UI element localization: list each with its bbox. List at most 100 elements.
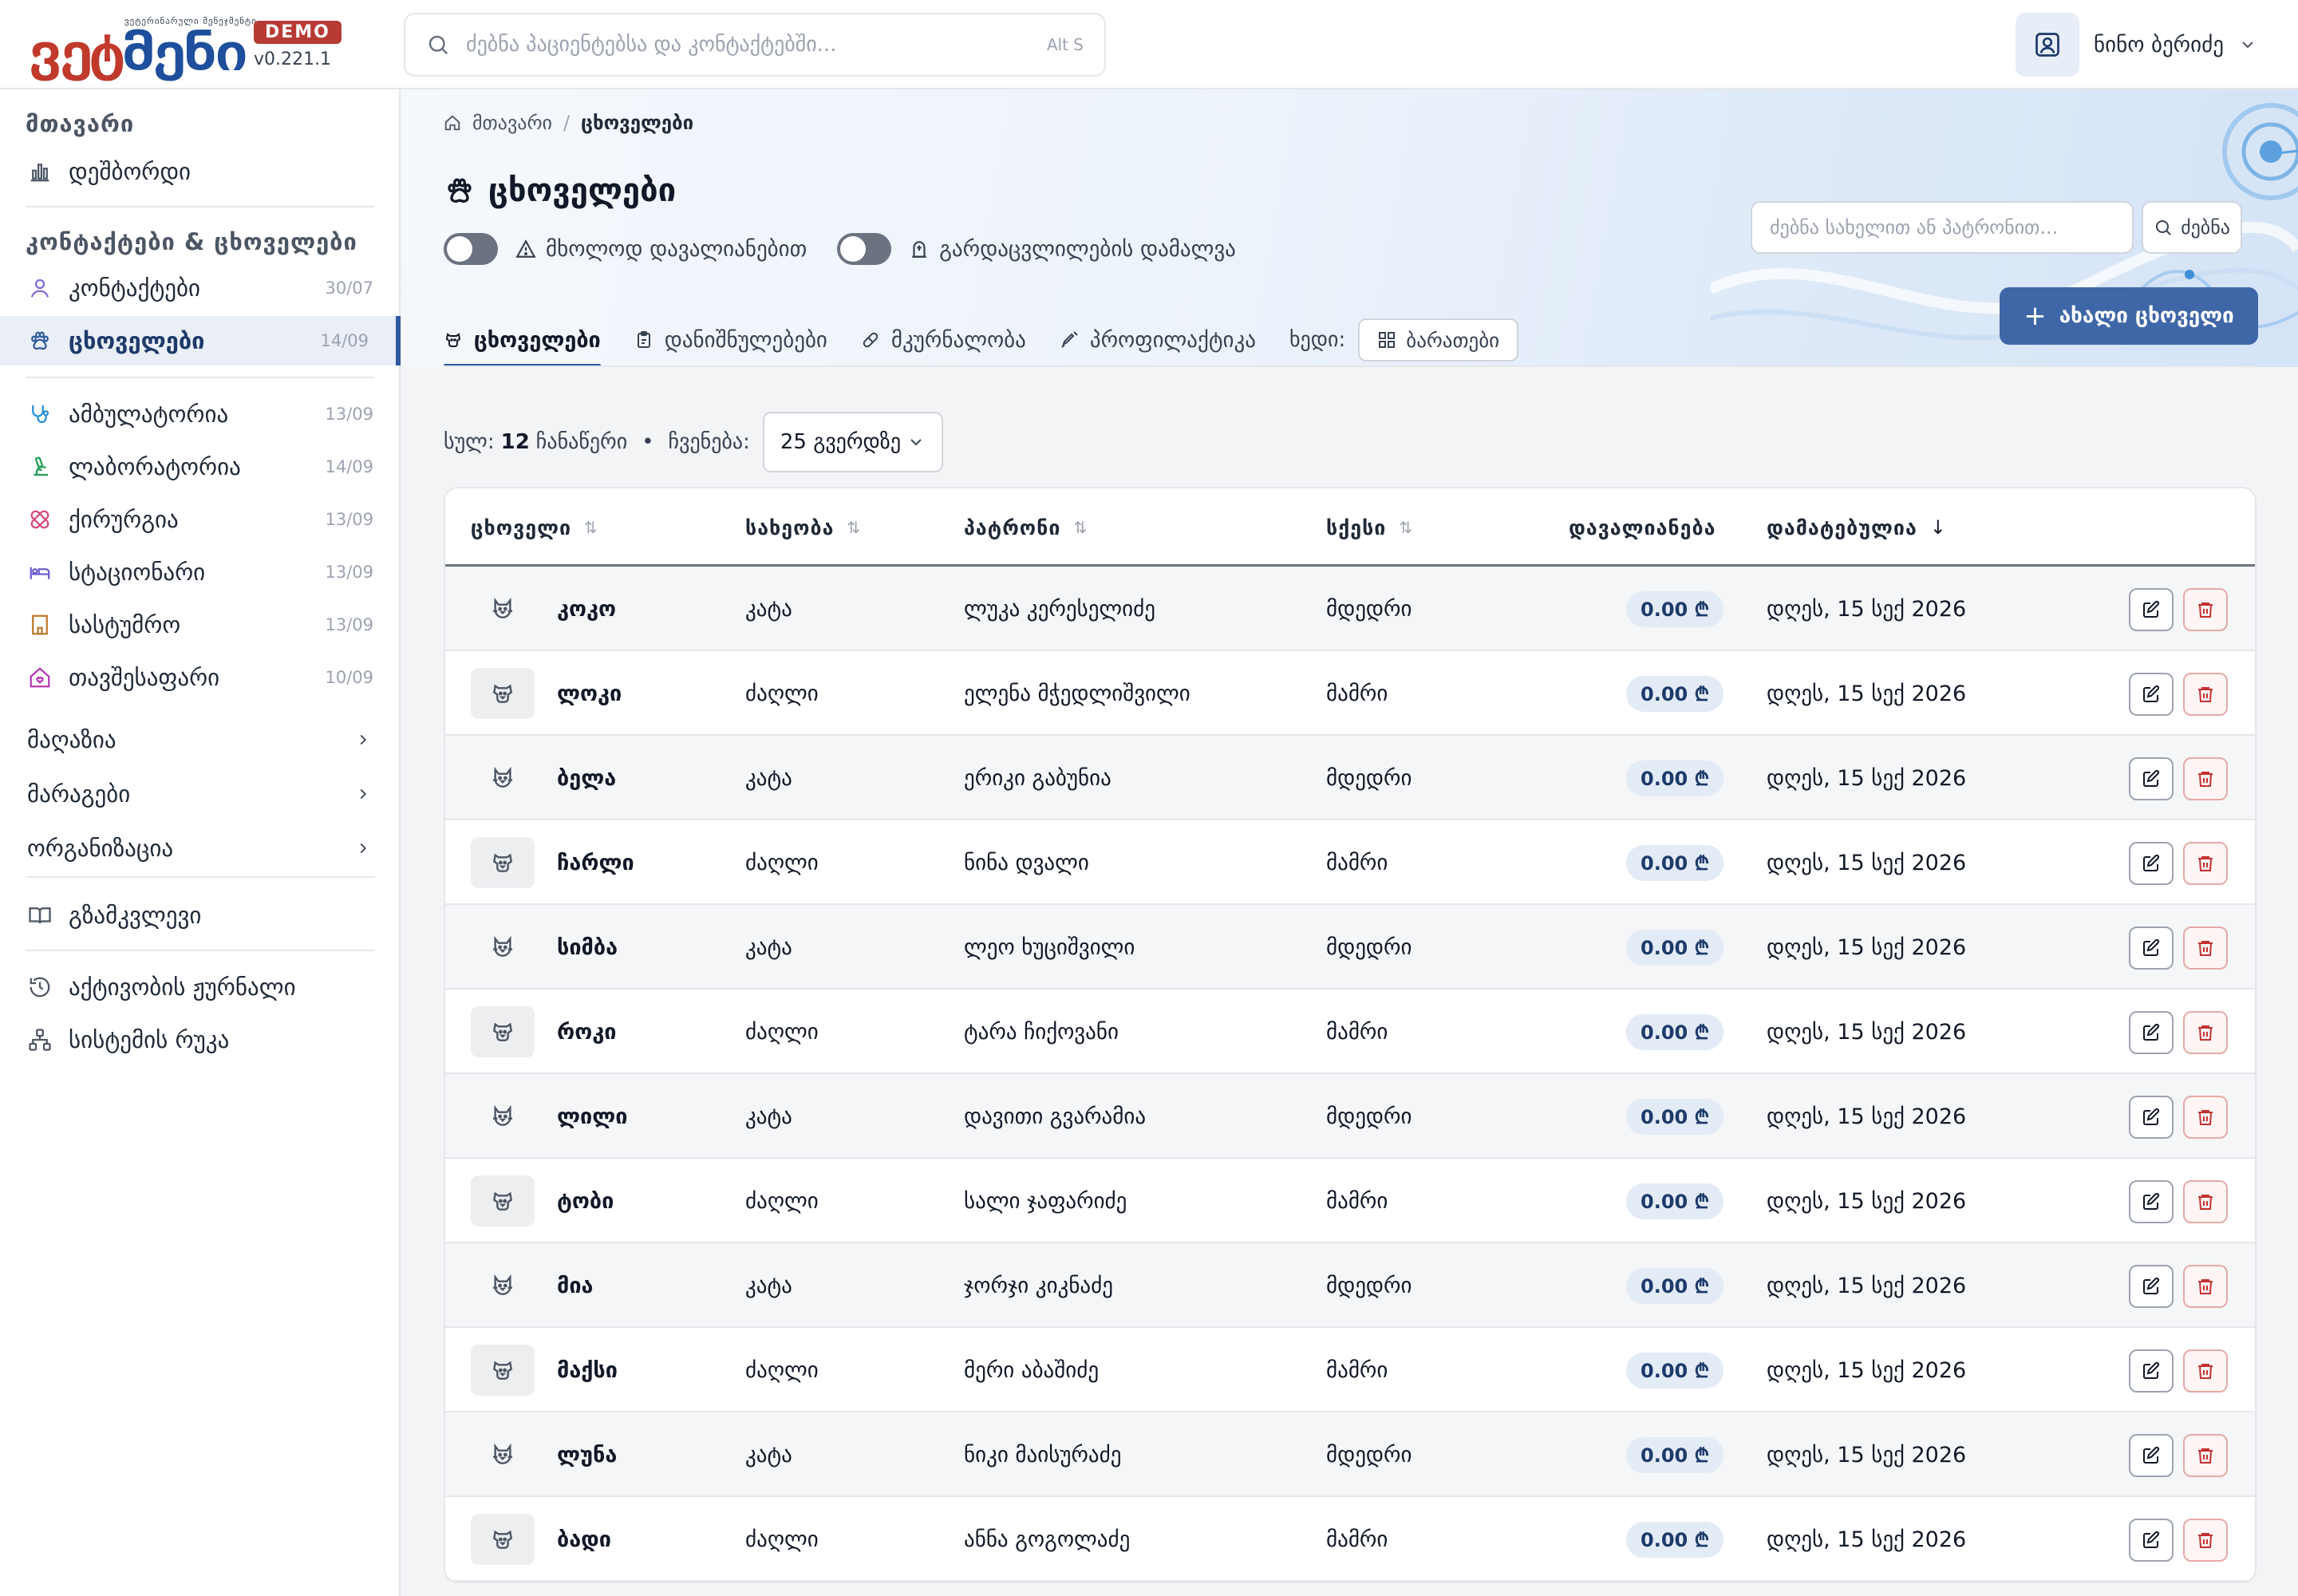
table-row[interactable]: მაქსი ძაღლი მერი აბაშიძე მამრი 0.00 ₾ დღ… bbox=[445, 1328, 2255, 1412]
animal-owner[interactable]: ანნა გოგოლაძე bbox=[964, 1527, 1130, 1552]
delete-button[interactable] bbox=[2183, 1180, 2228, 1223]
sidebar-group-shop[interactable]: მაღაზია bbox=[0, 715, 401, 764]
table-row[interactable]: როკი ძაღლი ტარა ჩიქოვანი მამრი 0.00 ₾ დღ… bbox=[445, 990, 2255, 1074]
card-view-button[interactable]: ბარათები bbox=[1358, 318, 1519, 361]
edit-button[interactable] bbox=[2129, 673, 2174, 716]
edit-button[interactable] bbox=[2129, 588, 2174, 631]
tab-prevention[interactable]: პროფილაქტიკა bbox=[1060, 313, 1256, 367]
table-row[interactable]: სიმბა კატა ლეო ხუციშვილი მდედრი 0.00 ₾ დ… bbox=[445, 905, 2255, 990]
edit-button[interactable] bbox=[2129, 842, 2174, 885]
sidebar-item-surgery[interactable]: ქირურგია 13/09 bbox=[0, 495, 401, 544]
delete-button[interactable] bbox=[2183, 1265, 2228, 1308]
table-row[interactable]: ლილი კატა დავითი გვარამია მდედრი 0.00 ₾ … bbox=[445, 1074, 2255, 1159]
animal-name[interactable]: კოკო bbox=[557, 597, 616, 622]
animal-name[interactable]: ბელა bbox=[557, 766, 616, 791]
table-row[interactable]: ბადი ძაღლი ანნა გოგოლაძე მამრი 0.00 ₾ დღ… bbox=[445, 1497, 2255, 1582]
sidebar-item-system-map[interactable]: სისტემის რუკა bbox=[0, 1015, 401, 1065]
animal-name[interactable]: ლილი bbox=[557, 1104, 627, 1129]
column-header-debt[interactable]: დავალიანება bbox=[1569, 488, 1716, 567]
sidebar-item-date: 13/09 bbox=[325, 510, 373, 529]
tab-animals[interactable]: ცხოველები bbox=[444, 313, 601, 367]
animal-owner[interactable]: ტარა ჩიქოვანი bbox=[964, 1020, 1119, 1045]
delete-button[interactable] bbox=[2183, 1349, 2228, 1393]
animal-name[interactable]: ბადი bbox=[557, 1527, 611, 1552]
edit-button[interactable] bbox=[2129, 1011, 2174, 1054]
table-row[interactable]: მია კატა ჯორჯი კიკნაძე მდედრი 0.00 ₾ დღე… bbox=[445, 1243, 2255, 1328]
sidebar-item-laboratory[interactable]: ლაბორატორია 14/09 bbox=[0, 442, 401, 492]
app-logo[interactable]: ვეტერინარული მენეჯმენტი ვეტმენი DEMO v0.… bbox=[29, 16, 348, 80]
animal-name[interactable]: მია bbox=[557, 1274, 594, 1298]
animal-name[interactable]: ტობი bbox=[557, 1189, 614, 1214]
delete-button[interactable] bbox=[2183, 1096, 2228, 1139]
animal-owner[interactable]: ნიკი მაისურაძე bbox=[964, 1443, 1121, 1468]
sidebar-item-shelter[interactable]: თავშესაფარი 10/09 bbox=[0, 653, 401, 702]
edit-button[interactable] bbox=[2129, 1265, 2174, 1308]
sidebar-item-animals[interactable]: ცხოველები 14/09 bbox=[0, 316, 401, 365]
global-search[interactable]: Alt S bbox=[404, 13, 1106, 77]
sidebar-item-guide[interactable]: გზამკვლევი bbox=[0, 891, 401, 940]
animal-owner[interactable]: მერი აბაშიძე bbox=[964, 1358, 1099, 1383]
sidebar-item-ambulatory[interactable]: ამბულატორია 13/09 bbox=[0, 389, 401, 439]
animal-name[interactable]: ლოკი bbox=[557, 681, 622, 706]
sidebar-group-stock[interactable]: მარაგები bbox=[0, 769, 401, 819]
search-button[interactable]: ძებნა bbox=[2142, 201, 2242, 254]
column-header-species[interactable]: სახეობა ⇅ bbox=[745, 488, 861, 567]
animal-owner[interactable]: ერიკი გაბუნია bbox=[964, 766, 1111, 791]
animal-name[interactable]: მაქსი bbox=[557, 1358, 618, 1383]
table-row[interactable]: ჩარლი ძაღლი ნინა დვალი მამრი 0.00 ₾ დღეს… bbox=[445, 820, 2255, 905]
delete-button[interactable] bbox=[2183, 1434, 2228, 1477]
breadcrumb-home[interactable]: მთავარი bbox=[472, 112, 552, 134]
column-header-added[interactable]: დამატებულია ↓ bbox=[1767, 488, 1947, 567]
user-menu[interactable]: ნინო ბერიძე bbox=[2016, 13, 2271, 77]
sidebar-item-inpatient[interactable]: სტაციონარი 13/09 bbox=[0, 547, 401, 597]
animal-search-input[interactable] bbox=[1770, 216, 2114, 239]
new-animal-button[interactable]: + ახალი ცხოველი bbox=[2000, 287, 2258, 345]
table-row[interactable]: ტობი ძაღლი სალი ჯაფარიძე მამრი 0.00 ₾ დღ… bbox=[445, 1159, 2255, 1243]
column-header-animal[interactable]: ცხოველი ⇅ bbox=[471, 488, 598, 567]
table-row[interactable]: ბელა კატა ერიკი გაბუნია მდედრი 0.00 ₾ დღ… bbox=[445, 736, 2255, 820]
edit-button[interactable] bbox=[2129, 1519, 2174, 1562]
delete-button[interactable] bbox=[2183, 588, 2228, 631]
sidebar-item-hotel[interactable]: სასტუმრო 13/09 bbox=[0, 600, 401, 650]
animal-name[interactable]: როკი bbox=[557, 1020, 616, 1045]
animal-name[interactable]: სიმბა bbox=[557, 935, 618, 960]
page-size-select[interactable]: 25 გვერდზე bbox=[762, 412, 943, 472]
edit-button[interactable] bbox=[2129, 1434, 2174, 1477]
tab-treatment[interactable]: მკურნალობა bbox=[861, 313, 1026, 367]
delete-button[interactable] bbox=[2183, 842, 2228, 885]
animal-search[interactable] bbox=[1751, 201, 2134, 254]
delete-button[interactable] bbox=[2183, 1011, 2228, 1054]
edit-button[interactable] bbox=[2129, 757, 2174, 800]
animal-owner[interactable]: ლეო ხუციშვილი bbox=[964, 935, 1135, 960]
hide-deceased-toggle[interactable] bbox=[837, 233, 892, 265]
delete-button[interactable] bbox=[2183, 673, 2228, 716]
animal-owner[interactable]: დავითი გვარამია bbox=[964, 1104, 1146, 1129]
edit-button[interactable] bbox=[2129, 926, 2174, 970]
sidebar-group-organization[interactable]: ორგანიზაცია bbox=[0, 824, 401, 873]
animal-owner[interactable]: ელენა მჭედლიშვილი bbox=[964, 681, 1190, 706]
animal-owner[interactable]: ნინა დვალი bbox=[964, 851, 1089, 875]
animal-name[interactable]: ჩარლი bbox=[557, 851, 634, 875]
tab-prescriptions[interactable]: დანიშნულებები bbox=[634, 313, 827, 367]
column-header-sex[interactable]: სქესი ⇅ bbox=[1326, 488, 1413, 567]
edit-button[interactable] bbox=[2129, 1349, 2174, 1393]
sidebar-item-dashboard[interactable]: დეშბორდი bbox=[0, 147, 401, 196]
table-row[interactable]: კოკო კატა ლუკა კერესელიძე მდედრი 0.00 ₾ … bbox=[445, 567, 2255, 651]
animal-owner[interactable]: ლუკა კერესელიძე bbox=[964, 597, 1155, 622]
animal-owner[interactable]: ჯორჯი კიკნაძე bbox=[964, 1274, 1113, 1298]
animal-owner[interactable]: სალი ჯაფარიძე bbox=[964, 1189, 1127, 1214]
sidebar-item-activity-log[interactable]: აქტივობის ჟურნალი bbox=[0, 962, 401, 1012]
edit-button[interactable] bbox=[2129, 1096, 2174, 1139]
delete-button[interactable] bbox=[2183, 1519, 2228, 1562]
sidebar-item-contacts[interactable]: კონტაქტები 30/07 bbox=[0, 263, 401, 313]
global-search-input[interactable] bbox=[466, 33, 1047, 57]
column-header-owner[interactable]: პატრონი ⇅ bbox=[964, 488, 1088, 567]
table-row[interactable]: ლოკი ძაღლი ელენა მჭედლიშვილი მამრი 0.00 … bbox=[445, 651, 2255, 736]
animal-name[interactable]: ლუნა bbox=[557, 1443, 617, 1468]
edit-button[interactable] bbox=[2129, 1180, 2174, 1223]
delete-button[interactable] bbox=[2183, 757, 2228, 800]
delete-button[interactable] bbox=[2183, 926, 2228, 970]
avatar[interactable] bbox=[2016, 13, 2079, 77]
debt-only-toggle[interactable] bbox=[444, 233, 498, 265]
table-row[interactable]: ლუნა კატა ნიკი მაისურაძე მდედრი 0.00 ₾ დ… bbox=[445, 1412, 2255, 1497]
